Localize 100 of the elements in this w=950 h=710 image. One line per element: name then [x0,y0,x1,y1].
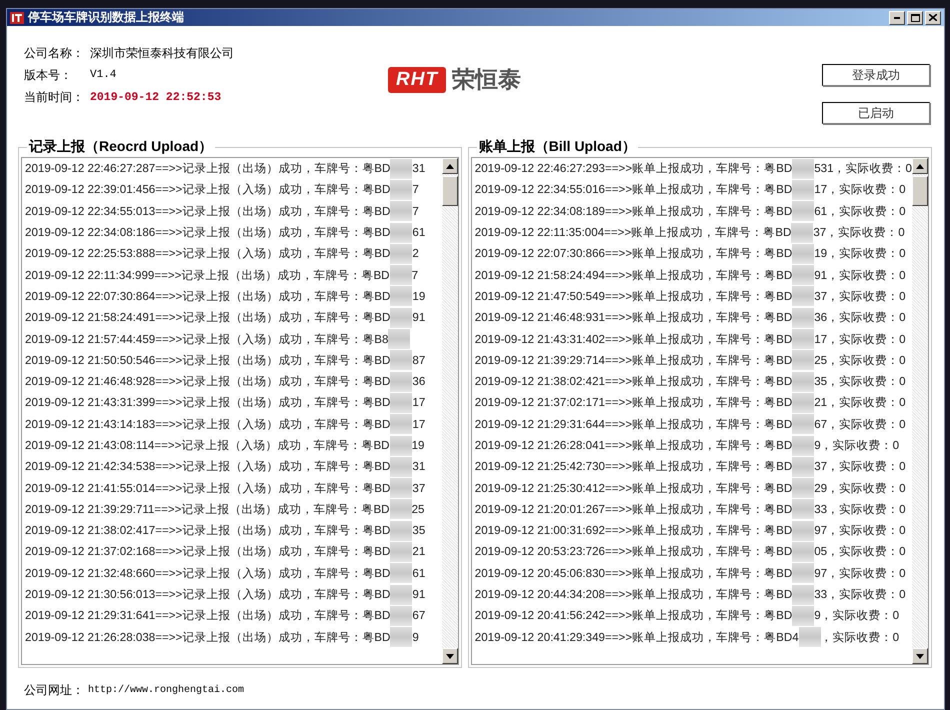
log-text: ，实际收费：0 [820,630,900,645]
scroll-up-button[interactable] [912,158,928,174]
log-text: 87 [412,354,426,367]
log-text: 2019-09-12 21:58:24:494==>>账单上报成功，车牌号：粤BD [474,268,792,283]
log-text: 2 [412,247,419,260]
log-text: 2019-09-12 21:38:02:421==>>账单上报成功，车牌号：粤BD [474,374,792,390]
blur-patch [792,414,814,434]
log-text: 2019-09-12 22:11:34:999==>>记录上报（出场）成功，车牌号：粤BD [25,268,390,283]
blur-patch [390,542,412,562]
log-text: 2019-09-12 21:47:50:549==>>账单上报成功，车牌号：粤BD [474,288,792,304]
log-text: 21 [412,545,426,558]
minimize-button[interactable] [889,10,905,24]
scrollbar[interactable] [442,158,458,664]
blur-patch [792,392,814,413]
log-text: 2019-09-12 21:43:31:402==>>账单上报成功，车牌号：粤BD [474,332,792,347]
status-button[interactable]: 已启动 [822,102,930,124]
log-text: 61 [412,226,426,240]
log-text: 91 [412,311,426,324]
log-text: 33，实际收费：0 [814,502,906,517]
blur-patch [792,606,814,626]
maximize-icon [910,14,920,22]
log-text: 2019-09-12 21:29:31:644==>>账单上报成功，车牌号：粤BD [474,416,792,432]
logo-text: 荣恒泰 [452,65,522,94]
blur-patch [390,584,412,605]
log-text: 2019-09-12 21:42:34:538==>>记录上报（入场）成功，车牌号：粤BD [25,459,390,474]
log-text: 2019-09-12 20:45:06:830==>>账单上报成功，车牌号：粤BD [474,566,792,581]
blur-patch [390,372,412,392]
log-text: 36 [412,375,426,388]
log-text: 35 [412,524,426,538]
log-text: 2019-09-12 20:44:34:208==>>账单上报成功，车牌号：粤BD [474,587,792,602]
blur-patch [792,265,814,286]
log-text: 9，实际收费：0 [814,438,900,453]
blur-patch [390,627,412,648]
blur-patch [792,158,814,179]
blur-patch [390,158,412,179]
website-link[interactable]: http://www.ronghengtai.com [88,685,244,696]
log-text: 2019-09-12 21:57:44:459==>>记录上报（入场）成功，车牌号：粤B8 [25,332,388,347]
log-text: 2019-09-12 22:34:55:013==>>记录上报（出场）成功，车牌号：粤BD [25,204,390,219]
group-title: 账单上报（Bill Upload） [478,138,637,156]
log-text: 2019-09-12 21:26:28:038==>>记录上报（出场）成功，车牌号：粤BD [25,630,390,645]
log-text: 97，实际收费：0 [814,566,906,581]
log-text: 7 [412,183,419,196]
window-title: 停车场车牌识别数据上报终端 [28,9,185,26]
blur-patch [792,286,814,306]
blur-patch [390,286,412,306]
scroll-down-button[interactable] [912,648,928,664]
close-button[interactable] [925,10,941,24]
log-text: 2019-09-12 22:34:55:016==>>账单上报成功，车牌号：粤BD [474,182,792,198]
log-text: 37，实际收费：0 [814,288,906,304]
log-text: 2019-09-12 22:34:08:189==>>账单上报成功，车牌号：粤BD [474,204,792,219]
log-text: 2019-09-12 21:25:42:730==>>账单上报成功，车牌号：粤BD [474,459,792,474]
log-text: 37 [412,482,426,495]
group-title: 记录上报（Reocrd Upload） [28,138,214,156]
up-triangle-icon [446,164,454,168]
log-text: 2019-09-12 21:37:02:171==>>账单上报成功，车牌号：粤BD [474,395,792,410]
field-label: 公司名称： [24,46,85,61]
log-text: 2019-09-12 20:53:23:726==>>账单上报成功，车牌号：粤BD [474,544,792,560]
status-button[interactable]: 登录成功 [822,64,930,86]
scroll-down-button[interactable] [442,648,458,664]
log-text: 2019-09-12 22:07:30:866==>>账单上报成功，车牌号：粤BD [474,246,792,262]
logo-mark: RHT [388,66,446,92]
log-text: 91 [412,588,426,602]
log-text: 17，实际收费：0 [814,182,906,198]
log-text: 36，实际收费：0 [814,310,906,326]
blur-patch [792,350,814,370]
log-text: 2019-09-12 21:46:48:928==>>记录上报（出场）成功，车牌号：粤BD [25,374,390,390]
blur-patch [390,606,412,626]
log-text: 7 [412,268,418,282]
scroll-thumb[interactable] [442,176,458,206]
blur-patch [390,436,412,456]
log-text: 61 [412,566,426,580]
field-label: 当前时间： [24,90,85,105]
scrollbar[interactable] [912,158,928,664]
blur-patch [798,627,821,648]
up-triangle-icon [916,164,924,168]
blur-patch [388,329,410,350]
blur-patch [390,201,412,222]
scroll-up-button[interactable] [442,158,458,174]
blur-patch [792,584,814,605]
log-text: 7 [412,204,419,218]
log-text: 2019-09-12 22:11:35:004==>>账单上报成功，车牌号：粤BD [474,225,792,240]
log-text: 2019-09-12 22:46:27:287==>>记录上报（出场）成功，车牌号：粤BD [25,161,390,176]
log-text: 2019-09-12 21:29:31:641==>>记录上报（出场）成功，车牌号：粤BD [25,608,390,624]
log-text: 61，实际收费：0 [814,204,906,219]
log-text: 97，实际收费：0 [814,523,906,538]
log-text: 31 [412,162,426,176]
blur-patch [792,329,814,350]
blur-patch [390,350,412,370]
blur-patch [792,456,814,477]
scroll-thumb[interactable] [912,176,928,206]
log-text: 29，实际收费：0 [814,480,906,496]
field-value: 深圳市荣恒泰科技有限公司 [90,46,234,61]
log-text: 9 [412,630,419,644]
maximize-button[interactable] [907,10,923,24]
blur-patch [390,265,412,286]
log-text: 25 [412,502,424,516]
log-text: 2019-09-12 21:30:56:013==>>记录上报（入场）成功，车牌号：粤BD [25,587,390,602]
down-triangle-icon [446,654,454,658]
blur-patch [792,563,814,584]
app-icon [10,12,24,24]
